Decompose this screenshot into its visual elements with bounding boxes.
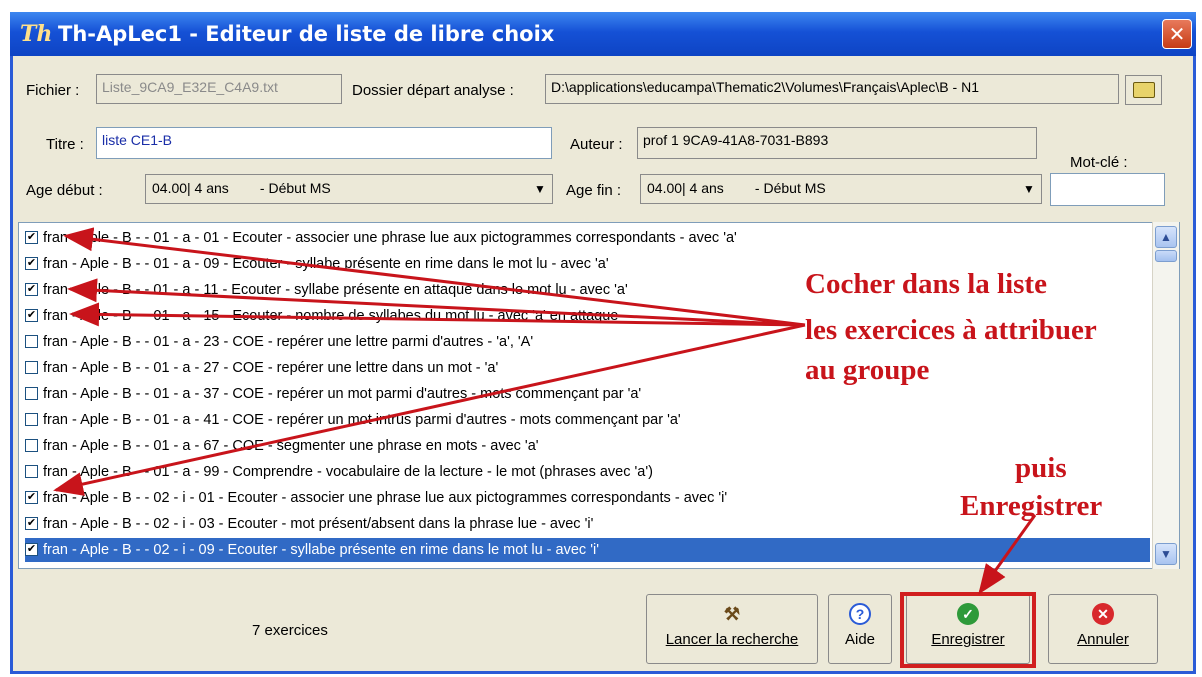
annotation-line-5: Enregistrer (960, 490, 1103, 522)
annotation-line-2: les exercices à attribuer (805, 314, 1097, 346)
arrow-to-row-11 (53, 323, 806, 496)
arrow-to-row-1 (63, 227, 806, 327)
annotation-line-3: au groupe (805, 354, 930, 386)
arrow-to-save (978, 514, 1037, 595)
annotation-line-1: Cocher dans la liste (805, 268, 1047, 300)
annotation-line-4: puis (1015, 452, 1067, 484)
